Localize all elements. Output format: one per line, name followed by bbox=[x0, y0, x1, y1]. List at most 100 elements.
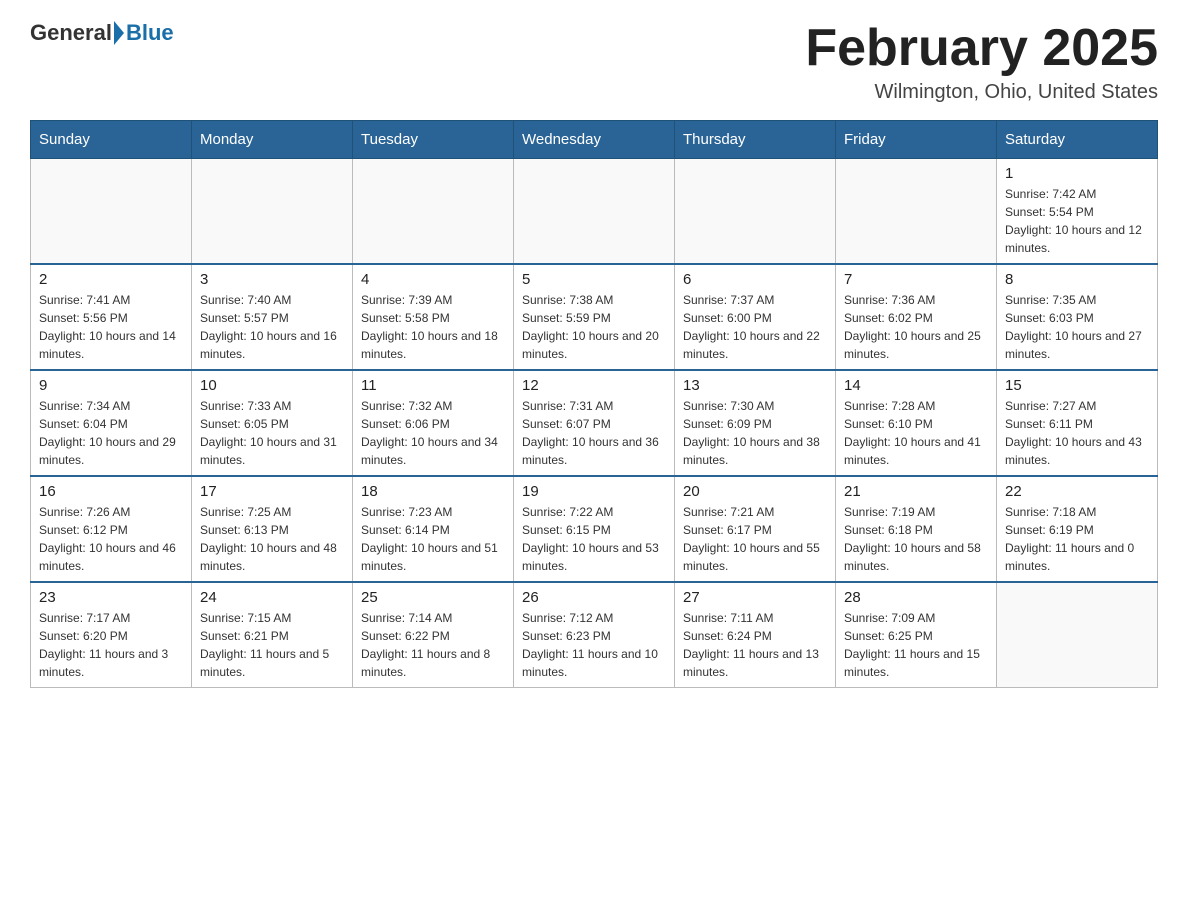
table-row: 23 Sunrise: 7:17 AM Sunset: 6:20 PM Dayli… bbox=[31, 582, 192, 688]
table-row: 20 Sunrise: 7:21 AM Sunset: 6:17 PM Dayli… bbox=[675, 476, 836, 582]
table-row: 27 Sunrise: 7:11 AM Sunset: 6:24 PM Dayli… bbox=[675, 582, 836, 688]
table-row bbox=[997, 582, 1158, 688]
table-row bbox=[675, 159, 836, 265]
day-number: 21 bbox=[844, 483, 988, 500]
day-info: Sunrise: 7:12 AM Sunset: 6:23 PM Dayligh… bbox=[522, 609, 666, 681]
calendar-week-row: 23 Sunrise: 7:17 AM Sunset: 6:20 PM Dayli… bbox=[31, 582, 1158, 688]
col-thursday: Thursday bbox=[675, 121, 836, 159]
day-info: Sunrise: 7:19 AM Sunset: 6:18 PM Dayligh… bbox=[844, 503, 988, 575]
table-row: 13 Sunrise: 7:30 AM Sunset: 6:09 PM Dayli… bbox=[675, 370, 836, 476]
table-row bbox=[514, 159, 675, 265]
page-subtitle: Wilmington, Ohio, United States bbox=[805, 81, 1158, 104]
day-number: 27 bbox=[683, 589, 827, 606]
day-number: 10 bbox=[200, 377, 344, 394]
table-row bbox=[192, 159, 353, 265]
day-number: 13 bbox=[683, 377, 827, 394]
day-info: Sunrise: 7:35 AM Sunset: 6:03 PM Dayligh… bbox=[1005, 291, 1149, 363]
day-info: Sunrise: 7:15 AM Sunset: 6:21 PM Dayligh… bbox=[200, 609, 344, 681]
table-row: 26 Sunrise: 7:12 AM Sunset: 6:23 PM Dayli… bbox=[514, 582, 675, 688]
table-row: 19 Sunrise: 7:22 AM Sunset: 6:15 PM Dayli… bbox=[514, 476, 675, 582]
table-row: 16 Sunrise: 7:26 AM Sunset: 6:12 PM Dayli… bbox=[31, 476, 192, 582]
day-number: 3 bbox=[200, 271, 344, 288]
day-info: Sunrise: 7:40 AM Sunset: 5:57 PM Dayligh… bbox=[200, 291, 344, 363]
table-row: 4Sunrise: 7:39 AM Sunset: 5:58 PM Daylig… bbox=[353, 264, 514, 370]
calendar-header-row: Sunday Monday Tuesday Wednesday Thursday… bbox=[31, 121, 1158, 159]
table-row: 18Sunrise: 7:23 AM Sunset: 6:14 PM Dayli… bbox=[353, 476, 514, 582]
day-info: Sunrise: 7:41 AM Sunset: 5:56 PM Dayligh… bbox=[39, 291, 183, 363]
col-wednesday: Wednesday bbox=[514, 121, 675, 159]
table-row: 3 Sunrise: 7:40 AM Sunset: 5:57 PM Daylig… bbox=[192, 264, 353, 370]
table-row bbox=[31, 159, 192, 265]
day-info: Sunrise: 7:27 AM Sunset: 6:11 PM Dayligh… bbox=[1005, 397, 1149, 469]
day-info: Sunrise: 7:22 AM Sunset: 6:15 PM Dayligh… bbox=[522, 503, 666, 575]
day-number: 23 bbox=[39, 589, 183, 606]
calendar-week-row: 1 Sunrise: 7:42 AM Sunset: 5:54 PM Daylig… bbox=[31, 159, 1158, 265]
table-row: 17Sunrise: 7:25 AM Sunset: 6:13 PM Dayli… bbox=[192, 476, 353, 582]
calendar-week-row: 9 Sunrise: 7:34 AM Sunset: 6:04 PM Daylig… bbox=[31, 370, 1158, 476]
table-row: 9 Sunrise: 7:34 AM Sunset: 6:04 PM Daylig… bbox=[31, 370, 192, 476]
day-info: Sunrise: 7:37 AM Sunset: 6:00 PM Dayligh… bbox=[683, 291, 827, 363]
table-row: 22 Sunrise: 7:18 AM Sunset: 6:19 PM Dayli… bbox=[997, 476, 1158, 582]
table-row: 2 Sunrise: 7:41 AM Sunset: 5:56 PM Daylig… bbox=[31, 264, 192, 370]
day-number: 14 bbox=[844, 377, 988, 394]
day-number: 20 bbox=[683, 483, 827, 500]
day-info: Sunrise: 7:39 AM Sunset: 5:58 PM Dayligh… bbox=[361, 291, 505, 363]
day-info: Sunrise: 7:34 AM Sunset: 6:04 PM Dayligh… bbox=[39, 397, 183, 469]
day-number: 25 bbox=[361, 589, 505, 606]
day-number: 7 bbox=[844, 271, 988, 288]
table-row: 12 Sunrise: 7:31 AM Sunset: 6:07 PM Dayli… bbox=[514, 370, 675, 476]
day-info: Sunrise: 7:28 AM Sunset: 6:10 PM Dayligh… bbox=[844, 397, 988, 469]
day-info: Sunrise: 7:42 AM Sunset: 5:54 PM Dayligh… bbox=[1005, 185, 1149, 257]
day-number: 22 bbox=[1005, 483, 1149, 500]
day-number: 11 bbox=[361, 377, 505, 394]
day-info: Sunrise: 7:33 AM Sunset: 6:05 PM Dayligh… bbox=[200, 397, 344, 469]
table-row: 14 Sunrise: 7:28 AM Sunset: 6:10 PM Dayli… bbox=[836, 370, 997, 476]
day-number: 19 bbox=[522, 483, 666, 500]
table-row: 7 Sunrise: 7:36 AM Sunset: 6:02 PM Daylig… bbox=[836, 264, 997, 370]
table-row: 6 Sunrise: 7:37 AM Sunset: 6:00 PM Daylig… bbox=[675, 264, 836, 370]
table-row: 1 Sunrise: 7:42 AM Sunset: 5:54 PM Daylig… bbox=[997, 159, 1158, 265]
day-info: Sunrise: 7:30 AM Sunset: 6:09 PM Dayligh… bbox=[683, 397, 827, 469]
day-number: 18 bbox=[361, 483, 505, 500]
day-info: Sunrise: 7:32 AM Sunset: 6:06 PM Dayligh… bbox=[361, 397, 505, 469]
day-info: Sunrise: 7:36 AM Sunset: 6:02 PM Dayligh… bbox=[844, 291, 988, 363]
day-number: 16 bbox=[39, 483, 183, 500]
day-number: 9 bbox=[39, 377, 183, 394]
day-info: Sunrise: 7:14 AM Sunset: 6:22 PM Dayligh… bbox=[361, 609, 505, 681]
table-row: 15 Sunrise: 7:27 AM Sunset: 6:11 PM Dayli… bbox=[997, 370, 1158, 476]
day-number: 17 bbox=[200, 483, 344, 500]
table-row: 28Sunrise: 7:09 AM Sunset: 6:25 PM Dayli… bbox=[836, 582, 997, 688]
day-number: 2 bbox=[39, 271, 183, 288]
col-tuesday: Tuesday bbox=[353, 121, 514, 159]
table-row: 8Sunrise: 7:35 AM Sunset: 6:03 PM Daylig… bbox=[997, 264, 1158, 370]
page-header: General Blue February 2025 Wilmington, O… bbox=[30, 20, 1158, 104]
table-row bbox=[353, 159, 514, 265]
day-number: 26 bbox=[522, 589, 666, 606]
day-info: Sunrise: 7:26 AM Sunset: 6:12 PM Dayligh… bbox=[39, 503, 183, 575]
day-info: Sunrise: 7:31 AM Sunset: 6:07 PM Dayligh… bbox=[522, 397, 666, 469]
day-number: 1 bbox=[1005, 165, 1149, 182]
page-title: February 2025 bbox=[805, 20, 1158, 77]
day-number: 24 bbox=[200, 589, 344, 606]
table-row bbox=[836, 159, 997, 265]
table-row: 24 Sunrise: 7:15 AM Sunset: 6:21 PM Dayli… bbox=[192, 582, 353, 688]
calendar-week-row: 2 Sunrise: 7:41 AM Sunset: 5:56 PM Daylig… bbox=[31, 264, 1158, 370]
col-saturday: Saturday bbox=[997, 121, 1158, 159]
title-block: February 2025 Wilmington, Ohio, United S… bbox=[805, 20, 1158, 104]
col-sunday: Sunday bbox=[31, 121, 192, 159]
day-info: Sunrise: 7:21 AM Sunset: 6:17 PM Dayligh… bbox=[683, 503, 827, 575]
day-number: 28 bbox=[844, 589, 988, 606]
calendar-table: Sunday Monday Tuesday Wednesday Thursday… bbox=[30, 120, 1158, 688]
col-monday: Monday bbox=[192, 121, 353, 159]
day-info: Sunrise: 7:17 AM Sunset: 6:20 PM Dayligh… bbox=[39, 609, 183, 681]
day-number: 12 bbox=[522, 377, 666, 394]
day-info: Sunrise: 7:11 AM Sunset: 6:24 PM Dayligh… bbox=[683, 609, 827, 681]
day-number: 15 bbox=[1005, 377, 1149, 394]
day-info: Sunrise: 7:18 AM Sunset: 6:19 PM Dayligh… bbox=[1005, 503, 1149, 575]
day-number: 6 bbox=[683, 271, 827, 288]
logo: General Blue bbox=[30, 20, 174, 46]
table-row: 5Sunrise: 7:38 AM Sunset: 5:59 PM Daylig… bbox=[514, 264, 675, 370]
col-friday: Friday bbox=[836, 121, 997, 159]
table-row: 25 Sunrise: 7:14 AM Sunset: 6:22 PM Dayli… bbox=[353, 582, 514, 688]
logo-blue: Blue bbox=[126, 20, 174, 46]
